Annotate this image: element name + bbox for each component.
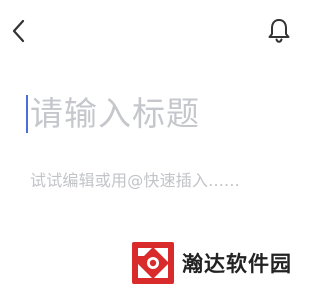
watermark-text: 瀚达软件园	[182, 251, 292, 276]
title-input[interactable]: 请输入标题	[30, 92, 200, 136]
watermark: 瀚达软件园	[130, 240, 292, 286]
chevron-left-icon	[12, 19, 25, 43]
top-bar	[0, 0, 307, 60]
back-button[interactable]	[8, 16, 32, 46]
watermark-logo-icon	[132, 242, 174, 284]
title-input-row[interactable]: 请输入标题	[26, 92, 200, 136]
editor-screen: 请输入标题 试试编辑或用@快速插入...... 瀚达软件园	[0, 0, 307, 290]
text-caret	[26, 95, 28, 133]
bell-icon	[268, 19, 290, 43]
notification-button[interactable]	[264, 15, 294, 45]
body-input[interactable]: 试试编辑或用@快速插入......	[30, 170, 240, 192]
